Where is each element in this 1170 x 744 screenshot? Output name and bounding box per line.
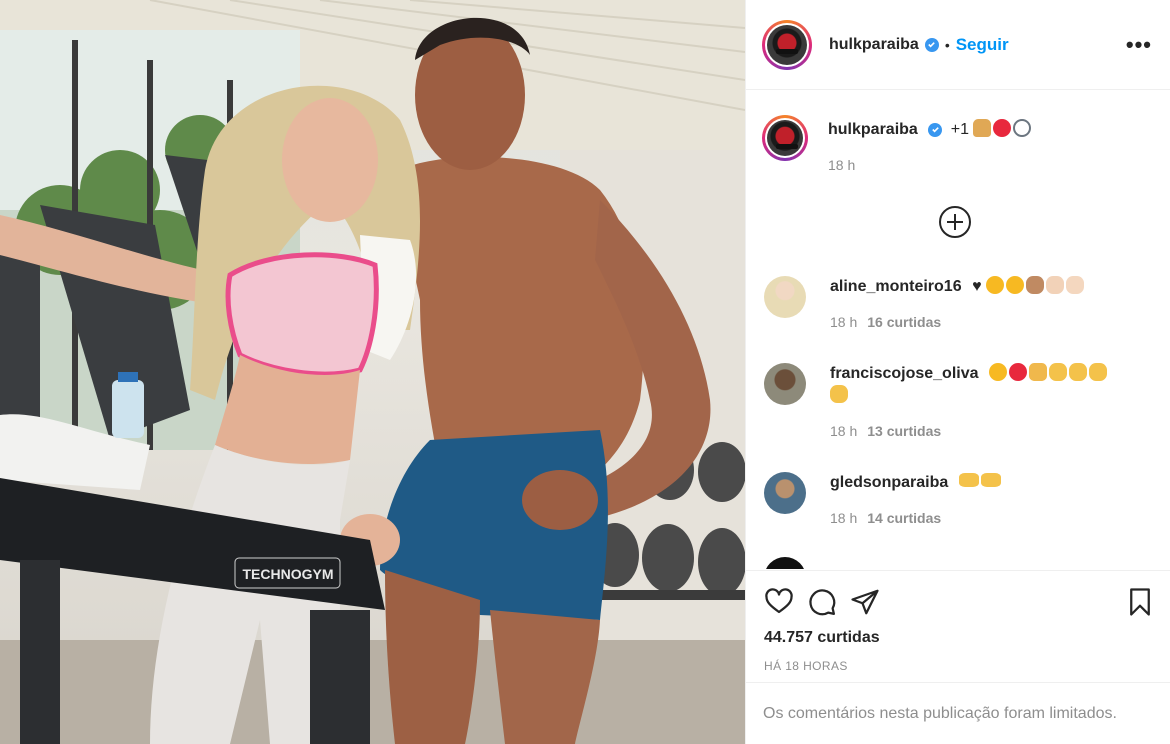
comments-limited-notice: Os comentários nesta publicação foram li… <box>746 682 1170 744</box>
post-photo[interactable]: TECHNOGYM <box>0 0 745 744</box>
verified-badge-icon <box>928 122 943 137</box>
comment-username[interactable]: aline_monteiro16 <box>830 278 962 295</box>
comment-time[interactable]: 18 h <box>830 423 857 439</box>
comment-meta: 18 h 16 curtidas <box>830 311 1086 333</box>
caption-username[interactable]: hulkparaiba <box>828 121 918 138</box>
author-avatar[interactable] <box>762 19 812 70</box>
caption-time[interactable]: 18 h <box>828 157 855 173</box>
post-actions: 44.757 curtidas HÁ 18 HORAS <box>746 570 1170 673</box>
folded-hands-icon <box>1028 363 1047 381</box>
comment-likes[interactable]: 16 curtidas <box>867 314 941 330</box>
save-bookmark-icon[interactable] <box>1125 587 1155 617</box>
clapping-hands-icon <box>830 385 848 403</box>
likes-count[interactable]: 44.757 curtidas <box>764 629 1155 647</box>
red-heart-icon <box>993 119 1012 137</box>
folded-hands-icon <box>973 119 992 137</box>
caption-meta: 18 h <box>828 154 1033 176</box>
heart-eyes-icon <box>1006 276 1025 294</box>
comment-username[interactable]: franciscojose_oliva <box>830 365 979 382</box>
post-header: hulkparaiba • Seguir ••• <box>746 0 1170 90</box>
comment-item: franciscojose_oliva 18 h 13 curtidas <box>764 363 1154 442</box>
comment-meta: 18 h 13 curtidas <box>830 420 1109 442</box>
like-heart-icon[interactable] <box>764 587 794 617</box>
comments-list[interactable]: hulkparaiba +1 18 h aline_monteiro16 ♥ 1… <box>746 91 1170 569</box>
fist-bump-right-icon <box>980 473 1001 487</box>
caption-text: +1 <box>950 121 969 138</box>
clapping-hands-icon <box>1066 276 1085 294</box>
comment-item-partial <box>764 557 1154 569</box>
commenter-avatar[interactable] <box>764 276 806 318</box>
gym-photo: TECHNOGYM <box>0 0 745 744</box>
comment-likes[interactable]: 14 curtidas <box>867 510 941 526</box>
comment-text: ♥ <box>972 278 982 295</box>
separator-dot: • <box>944 36 950 53</box>
follow-button[interactable]: Seguir <box>956 35 1009 55</box>
caption: hulkparaiba +1 18 h <box>762 115 1154 176</box>
ring-icon <box>1013 119 1032 137</box>
comment-item: aline_monteiro16 ♥ 18 h 16 curtidas <box>764 276 1154 333</box>
author-username[interactable]: hulkparaiba <box>829 36 919 54</box>
commenter-avatar[interactable] <box>764 472 806 514</box>
technogym-logo: TECHNOGYM <box>243 566 334 582</box>
fist-bump-left-icon <box>958 473 979 487</box>
clapping-hands-icon <box>1048 363 1067 381</box>
fist-bump-icon <box>1046 276 1065 294</box>
flexed-biceps-icon <box>1026 276 1045 294</box>
caption-avatar-image <box>767 120 803 156</box>
post-sidebar: hulkparaiba • Seguir ••• hulkparaiba +1 <box>745 0 1170 744</box>
more-options-icon[interactable]: ••• <box>1126 33 1152 55</box>
comment-time[interactable]: 18 h <box>830 510 857 526</box>
clapping-hands-icon <box>1088 363 1107 381</box>
caption-avatar[interactable] <box>762 115 808 161</box>
share-paper-plane-icon[interactable] <box>850 587 880 617</box>
commenter-avatar[interactable] <box>764 363 806 405</box>
heart-eyes-icon <box>986 276 1005 294</box>
verified-badge-icon <box>924 37 939 52</box>
post-timestamp[interactable]: HÁ 18 HORAS <box>764 659 1155 673</box>
author-avatar-image <box>767 24 807 65</box>
commenter-avatar[interactable] <box>764 557 806 569</box>
comment-bubble-icon[interactable] <box>807 587 837 617</box>
comment-item: gledsonparaiba 18 h 14 curtidas <box>764 472 1154 529</box>
red-heart-icon <box>1008 363 1027 381</box>
comment-username[interactable]: gledsonparaiba <box>830 474 948 491</box>
comment-time[interactable]: 18 h <box>830 314 857 330</box>
clapping-hands-icon <box>1068 363 1087 381</box>
load-more-comments-button[interactable] <box>939 206 971 238</box>
comment-likes[interactable]: 13 curtidas <box>867 423 941 439</box>
comment-meta: 18 h 14 curtidas <box>830 507 1003 529</box>
winking-kiss-icon <box>988 363 1007 381</box>
